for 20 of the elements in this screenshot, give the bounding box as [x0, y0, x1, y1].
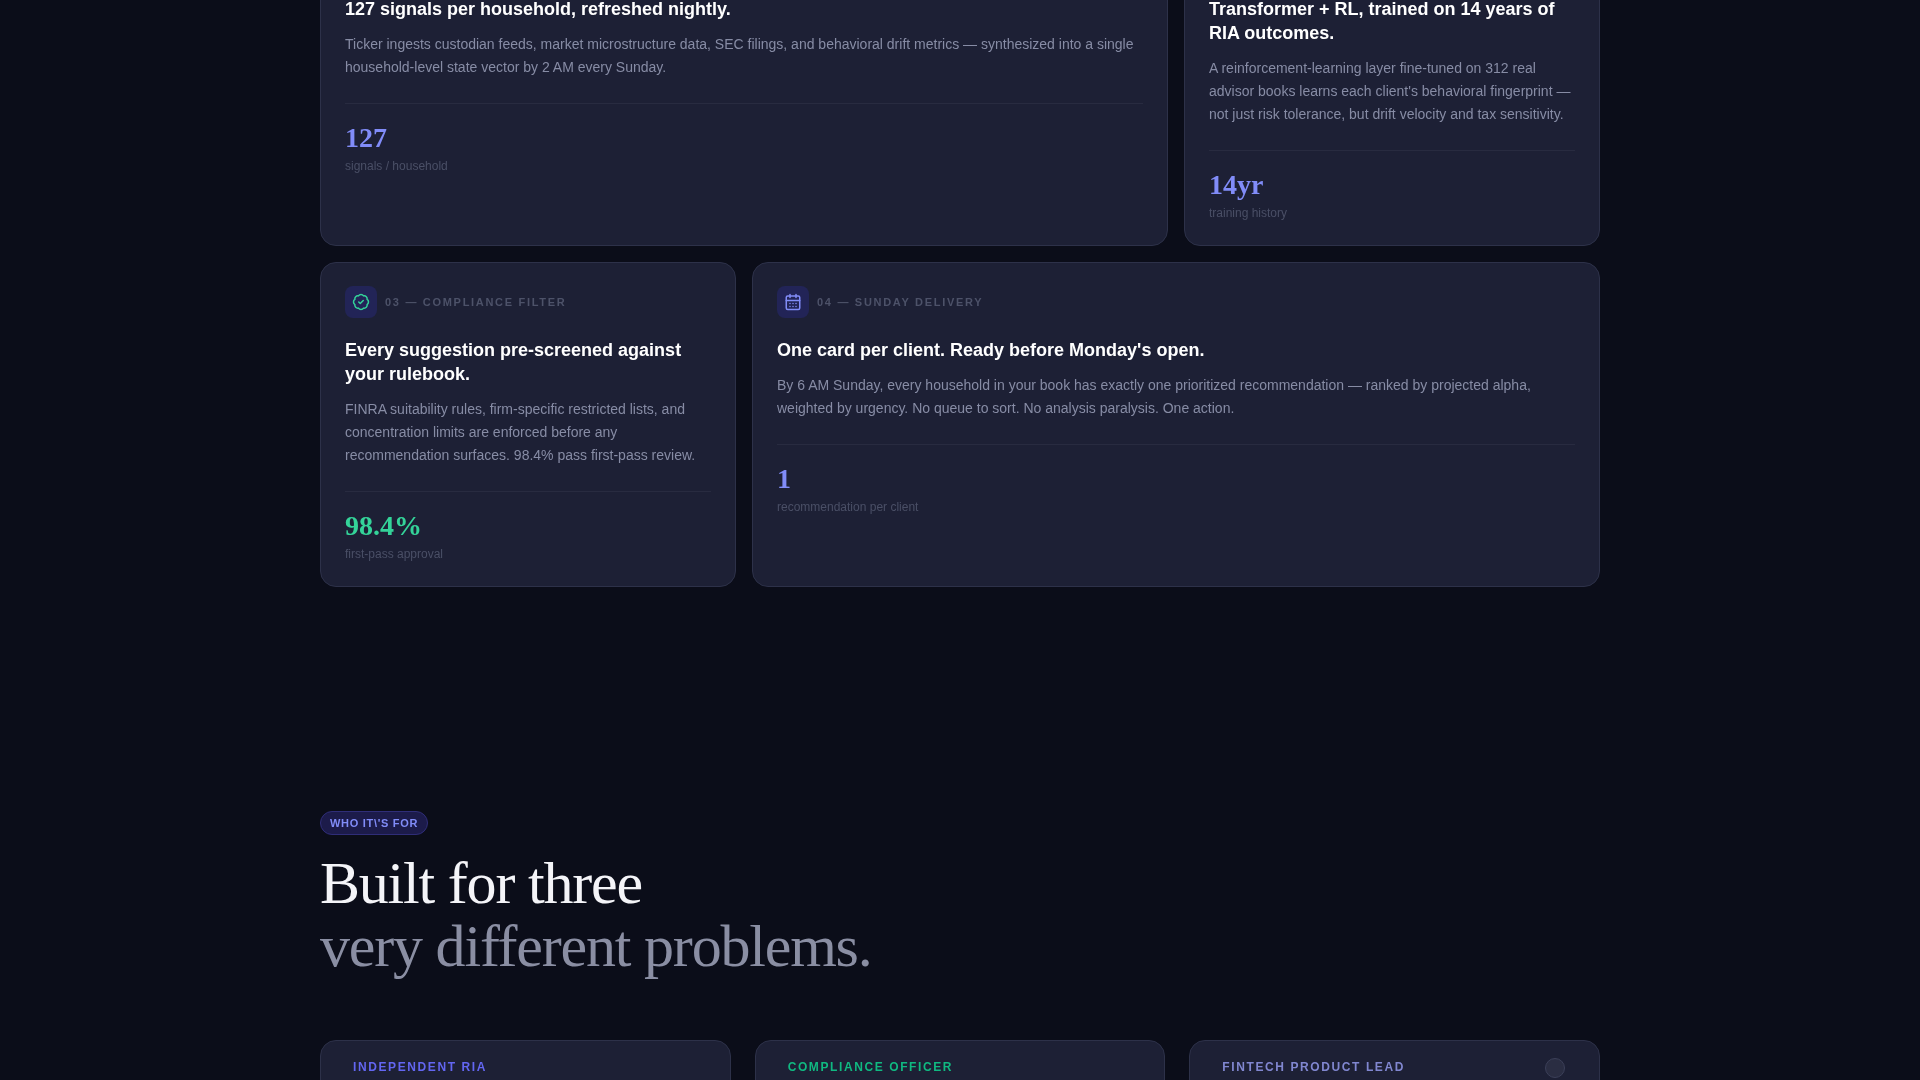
stat-value: 127: [345, 121, 387, 155]
card-title: Every suggestion pre-screened against your rulebook.: [345, 339, 683, 386]
card-description: FINRA suitability rules, firm-specific restricted lists, and concentration limits are enforced before any recommendation surfaces. 98.4% pass first-pass review.: [345, 400, 697, 465]
stat-value: 98.4%: [345, 509, 422, 543]
card-description: A reinforcement-learning layer fine-tuned on 312 real advisor books learns each client's behavioral fingerprint — not just risk tolerance, but drift velocity and tax sensitivity.: [1209, 59, 1572, 124]
card-description: Ticker ingests custodian feeds, market microstructure data, SEC filings, and behavioral drift metrics — synthesized into a single household-level state vector by 2 AM every Sunday.: [345, 35, 1135, 77]
stat-value: 14yr: [1209, 168, 1264, 202]
audience-label: COMPLIANCE OFFICER: [787, 1060, 954, 1074]
card-title: 127 signals per household, refreshed nightly.: [345, 0, 731, 21]
audience-label: FINTECH PRODUCT LEAD: [1222, 1060, 1405, 1074]
stat-value: 1: [777, 462, 791, 496]
section-badge: WHO IT\'S FOR: [320, 811, 429, 835]
card-description: By 6 AM Sunday, every household in your book has exactly one prioritized recommendation — ranked by projected alpha, weighted by urgency. No queue to sort. No analysis paralysis. One action.: [777, 376, 1532, 418]
badge-check-icon: [345, 286, 377, 318]
card-title: One card per client. Ready before Monday's open.: [777, 339, 1205, 362]
section-subheading: very different problems.: [320, 915, 872, 978]
calendar-icon: [777, 286, 809, 318]
card-title: Transformer + RL, trained on 14 years of RIA outcomes.: [1209, 0, 1556, 45]
section-heading: Built for three: [320, 852, 642, 915]
audience-label: INDEPENDENT RIA: [353, 1060, 487, 1074]
